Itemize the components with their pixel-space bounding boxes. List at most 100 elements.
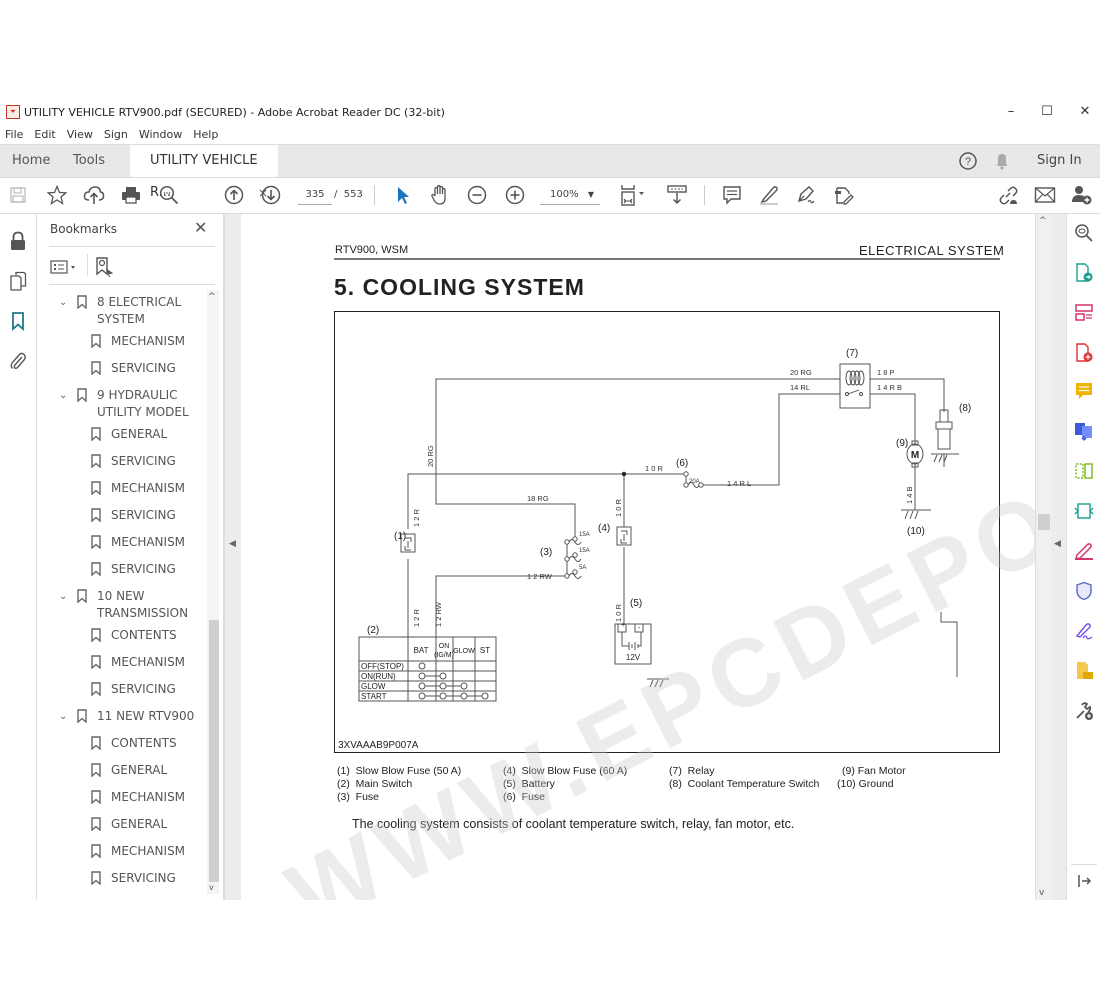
maximize-button[interactable]: ☐	[1028, 100, 1066, 124]
bookmark-item[interactable]: GENERAL	[37, 426, 207, 443]
comment-button[interactable]	[720, 183, 744, 207]
bookmark-options-button[interactable]	[50, 259, 78, 279]
menu-view[interactable]: View	[67, 128, 93, 141]
next-page-button[interactable]	[259, 183, 283, 207]
expand-chevron-icon[interactable]: ⌄	[59, 294, 67, 311]
select-tool-button[interactable]	[391, 183, 415, 207]
fit-page-button[interactable]	[617, 183, 649, 207]
menu-window[interactable]: Window	[139, 128, 182, 141]
expand-panel-arrow[interactable]: ◀	[1054, 539, 1061, 549]
bookmark-item[interactable]: SERVICING	[37, 360, 207, 377]
right-panel-splitter[interactable]: ◀	[1051, 214, 1067, 900]
expand-chevron-icon[interactable]: ⌄	[59, 708, 67, 725]
menu-help[interactable]: Help	[193, 128, 218, 141]
export-pdf-button[interactable]	[1073, 262, 1095, 284]
bookmark-item[interactable]: CONTENTS	[37, 735, 207, 752]
combine-files-icon	[1075, 423, 1092, 441]
scroll-down-arrow[interactable]: v	[1039, 888, 1044, 898]
bookmark-item[interactable]: GENERAL	[37, 816, 207, 833]
bookmarks-scrollbar[interactable]: ^ v	[207, 290, 219, 894]
zoom-in-button[interactable]	[503, 183, 527, 207]
bookmark-item[interactable]: SERVICING	[37, 507, 207, 524]
save-button[interactable]	[6, 183, 30, 207]
highlight-button[interactable]	[757, 183, 781, 207]
bookmark-section[interactable]: ⌄ 10 NEW TRANSMISSION	[37, 588, 207, 622]
collapse-panel-arrow[interactable]: ◀	[229, 539, 236, 549]
menu-file[interactable]: File	[5, 128, 23, 141]
document-scroll-thumb[interactable]	[1038, 514, 1050, 530]
wire-label: 14 RL	[790, 383, 810, 392]
minimize-button[interactable]: –	[992, 100, 1030, 124]
bookmark-section[interactable]: ⌄ 9 HYDRAULIC UTILITY MODEL	[37, 387, 207, 421]
document-scrollbar[interactable]: ^ v	[1035, 214, 1052, 900]
close-window-button[interactable]: ✕	[1066, 100, 1100, 124]
protect-button[interactable]	[1073, 580, 1095, 602]
request-signature-button[interactable]	[1073, 620, 1095, 642]
scroll-up-arrow[interactable]: ^	[208, 292, 216, 302]
scroll-up-arrow[interactable]: ^	[1039, 216, 1047, 226]
bookmark-item[interactable]: MECHANISM	[37, 654, 207, 671]
organize-pages-button[interactable]	[1073, 460, 1095, 482]
add-user-button[interactable]	[1070, 183, 1094, 207]
zoom-out-button[interactable]	[465, 183, 489, 207]
share-link-button[interactable]	[996, 183, 1020, 207]
bookmark-item[interactable]: SERVICING	[37, 453, 207, 470]
page-thumbnails-button[interactable]	[7, 270, 29, 292]
scroll-mode-button[interactable]	[665, 183, 689, 207]
bookmark-item[interactable]: SERVICING	[37, 561, 207, 578]
tab-home[interactable]: Home	[12, 145, 50, 177]
compress-pdf-button[interactable]	[1073, 500, 1095, 522]
find-button[interactable]	[157, 183, 181, 207]
print-button[interactable]	[119, 183, 143, 207]
bookmark-star-button[interactable]	[45, 183, 69, 207]
notifications-button[interactable]	[993, 145, 1011, 177]
menu-edit[interactable]: Edit	[34, 128, 55, 141]
zoom-level-select[interactable]: 100% ▼	[540, 186, 600, 205]
bookmark-item[interactable]: CONTENTS	[37, 627, 207, 644]
bookmark-item[interactable]: SERVICING	[37, 870, 207, 887]
row-off: OFF(STOP)	[361, 662, 404, 671]
bookmark-item[interactable]: MECHANISM	[37, 534, 207, 551]
bookmarks-scroll-thumb[interactable]	[209, 620, 219, 882]
sign-in-button[interactable]: Sign In	[1037, 145, 1082, 177]
bookmark-item[interactable]: GENERAL	[37, 762, 207, 779]
bookmark-search-icon	[96, 257, 114, 278]
bookmark-item[interactable]: MECHANISM	[37, 333, 207, 350]
bookmark-item[interactable]: MECHANISM	[37, 843, 207, 860]
tab-document[interactable]: UTILITY VEHICLE R... ×	[130, 145, 278, 200]
hand-tool-button[interactable]	[428, 183, 452, 207]
edit-pdf-button[interactable]	[1073, 302, 1095, 324]
bookmarks-button[interactable]	[7, 310, 29, 332]
help-button[interactable]: ?	[958, 145, 978, 177]
fill-sign-tool-button[interactable]	[1073, 540, 1095, 562]
expand-chevron-icon[interactable]: ⌄	[59, 387, 67, 404]
fill-sign-button[interactable]	[832, 183, 856, 207]
combine-files-button[interactable]	[1073, 420, 1095, 442]
bookmark-section[interactable]: ⌄ 8 ELECTRICAL SYSTEM	[37, 294, 207, 328]
previous-page-button[interactable]	[222, 183, 246, 207]
upload-button[interactable]	[82, 183, 106, 207]
close-panel-button[interactable]: ✕	[194, 218, 207, 237]
security-button[interactable]	[7, 230, 29, 252]
tab-tools[interactable]: Tools	[73, 145, 105, 177]
send-for-comments-button[interactable]	[1073, 660, 1095, 682]
bookmark-section[interactable]: ⌄ 11 NEW RTV900	[37, 708, 207, 725]
find-bookmark-button[interactable]	[94, 256, 114, 282]
page-number-input[interactable]: 335	[298, 186, 332, 205]
expand-chevron-icon[interactable]: ⌄	[59, 588, 67, 605]
comment-tool-button[interactable]	[1073, 380, 1095, 402]
left-panel-splitter[interactable]: ◀	[224, 214, 242, 900]
create-pdf-button[interactable]	[1073, 342, 1095, 364]
email-button[interactable]	[1033, 183, 1057, 207]
scroll-down-arrow[interactable]: v	[209, 883, 214, 892]
sign-button[interactable]	[794, 183, 818, 207]
bookmark-item[interactable]: MECHANISM	[37, 789, 207, 806]
bookmark-item[interactable]: MECHANISM	[37, 480, 207, 497]
bookmark-item[interactable]: SERVICING	[37, 681, 207, 698]
collapse-tools-button[interactable]	[1073, 870, 1095, 892]
menu-sign[interactable]: Sign	[104, 128, 128, 141]
attachments-button[interactable]	[7, 350, 29, 372]
wire-14rl	[703, 393, 840, 486]
search-tool-button[interactable]	[1073, 222, 1095, 244]
more-tools-button[interactable]	[1073, 700, 1095, 722]
